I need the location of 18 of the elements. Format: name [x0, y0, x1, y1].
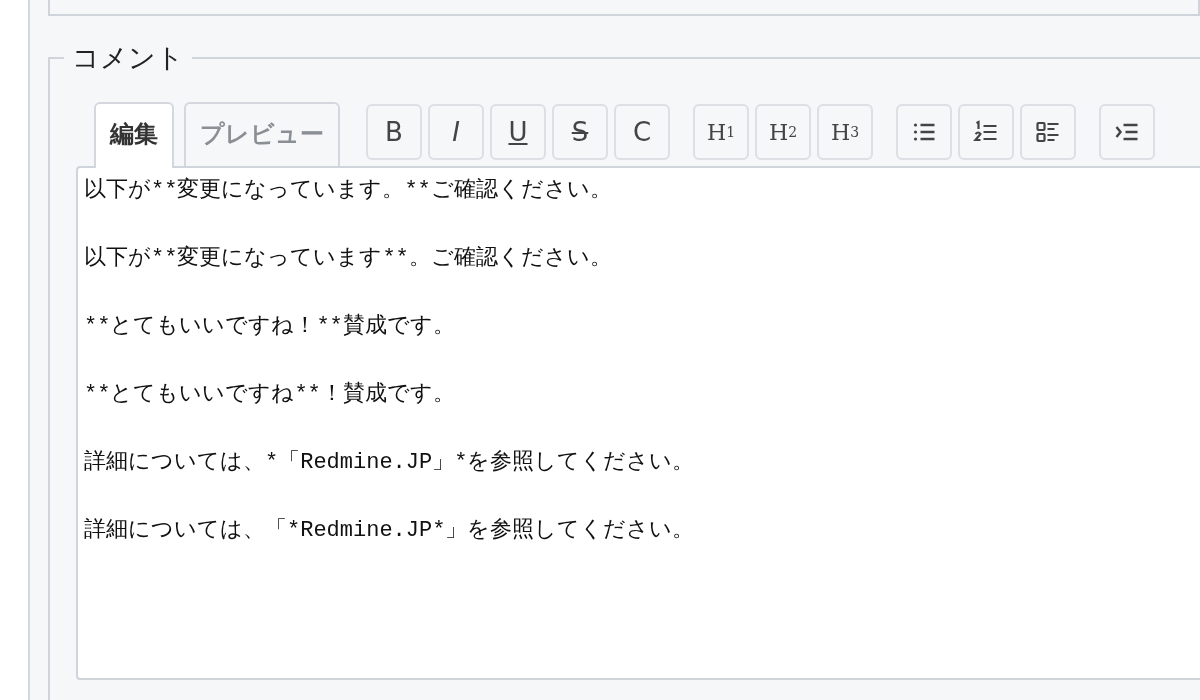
tab[interactable]: 編集	[94, 102, 174, 169]
text-line: **とてもいいですね**！賛成です。	[84, 380, 456, 410]
indent-button[interactable]	[1099, 104, 1155, 161]
numbered-list-button[interactable]	[958, 104, 1014, 161]
text-line: 以下が**変更になっています。**ご確認ください。	[84, 176, 613, 206]
checklist-icon	[1035, 120, 1061, 145]
format-button[interactable]: B	[366, 104, 422, 161]
format-button[interactable]: I	[428, 104, 484, 161]
text-line: 詳細については、「*Redmine.JP*」を参照してください。	[84, 517, 696, 546]
checklist-button[interactable]	[1020, 104, 1076, 161]
text-line: 詳細については、*「Redmine.JP」*を参照してください。	[84, 449, 696, 478]
text-line: **とてもいいですね！**賛成です。	[84, 312, 456, 342]
text-line: 以下が**変更になっています**。ご確認ください。	[84, 244, 613, 274]
bullet-list-button[interactable]	[896, 104, 952, 161]
format-button[interactable]: C	[614, 104, 670, 161]
format-button[interactable]: S	[552, 104, 608, 161]
text-area[interactable]: 以下が**変更になっています。**ご確認ください。 以下が**変更になっています**。ご確認ください。 **とてもいいですね！**賛成です。 **とてもいいですね**！賛成です。 詳細については、*「Redmine.JP」*を参照してください。 詳細については、「*Redmine.JP*」を参照してください。	[76, 166, 1200, 681]
format-button[interactable]: U	[490, 104, 546, 161]
